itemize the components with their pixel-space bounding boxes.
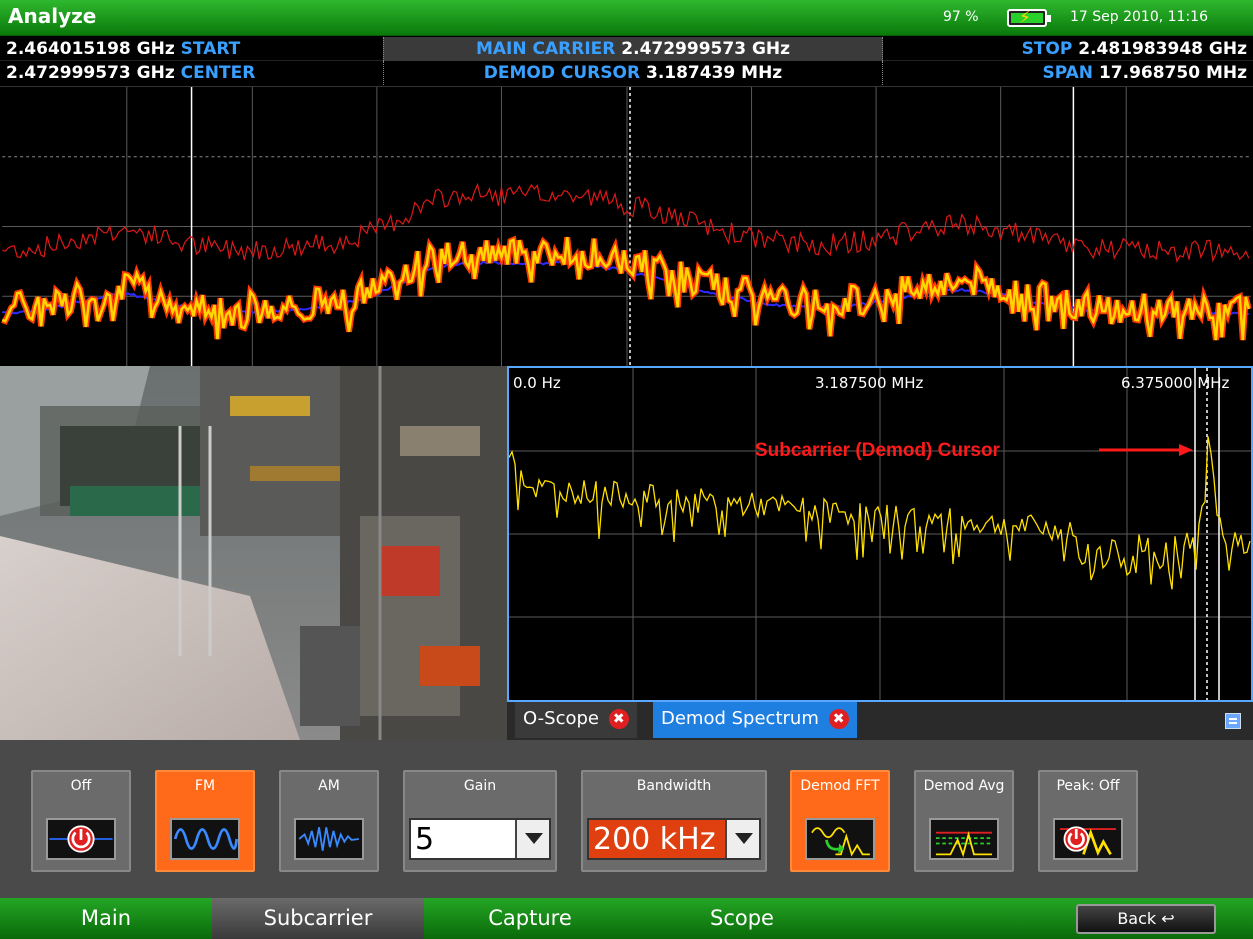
start-label: START (180, 39, 241, 59)
back-button[interactable]: Back ↩ (1076, 904, 1216, 934)
demod-fft-label: Demod FFT (800, 778, 880, 794)
demod-spectrum-canvas[interactable] (509, 368, 1251, 700)
power-off-icon (46, 818, 116, 860)
close-icon[interactable]: ✖ (608, 709, 629, 729)
fm-wave-icon (170, 818, 240, 860)
chevron-down-icon[interactable] (515, 820, 549, 858)
app-title: Analyze (8, 4, 97, 28)
subcarrier-cursor-annotation: Subcarrier (Demod) Cursor (755, 440, 1000, 461)
menu-icon[interactable] (1225, 713, 1241, 729)
stop-cell: STOP 2.481983948 GHz (883, 37, 1253, 61)
demod-control-panel: Off FM AM Gain 5 Bandwidth 200 kHz Demod… (0, 740, 1253, 898)
demod-view-tabs: O-Scope ✖ Demod Spectrum ✖ (507, 702, 1253, 740)
span-value: 17.968750 MHz (1098, 63, 1247, 83)
span-cell: SPAN 17.968750 MHz (883, 61, 1253, 85)
am-button[interactable]: AM (279, 770, 379, 872)
demod-spectrum-plot[interactable]: 0.0 Hz 3.187500 MHz 6.375000 MHz Subcarr… (507, 366, 1253, 702)
nav-main[interactable]: Main (0, 898, 212, 939)
gain-label: Gain (463, 778, 497, 794)
demod-cursor-value: 3.187439 MHz (645, 63, 783, 83)
max-hold-trace (2, 182, 1250, 264)
demod-axis-left: 0.0 Hz (513, 374, 561, 392)
demod-axis-mid: 3.187500 MHz (815, 374, 924, 392)
bandwidth-label: Bandwidth (636, 778, 712, 794)
off-label: Off (70, 778, 92, 794)
main-carrier-cell[interactable]: MAIN CARRIER 2.472999573 GHz (383, 37, 883, 61)
am-wave-icon (294, 818, 364, 860)
center-label: CENTER (180, 63, 256, 83)
frequency-info-row-2: 2.472999573 GHz CENTER DEMOD CURSOR 3.18… (0, 61, 1253, 85)
bandwidth-dropdown[interactable]: 200 kHz (587, 818, 761, 860)
am-label: AM (318, 778, 340, 794)
frequency-info-row-1: 2.464015198 GHz START MAIN CARRIER 2.472… (0, 37, 1253, 61)
gain-control: Gain 5 (403, 770, 557, 872)
nav-subcarrier[interactable]: Subcarrier (212, 898, 424, 939)
stop-value: 2.481983948 GHz (1078, 39, 1247, 59)
peak-button[interactable]: Peak: Off (1038, 770, 1138, 872)
start-value: 2.464015198 GHz (6, 39, 175, 59)
battery-icon: ⚡ (1007, 8, 1051, 28)
stop-label: STOP (1021, 39, 1073, 59)
center-cell: 2.472999573 GHz CENTER (0, 61, 383, 85)
span-label: SPAN (1042, 63, 1094, 83)
rf-spectrum-plot[interactable] (0, 86, 1253, 366)
tab-o-scope-label: O-Scope (523, 708, 599, 729)
main-carrier-label: MAIN CARRIER (475, 39, 616, 59)
bottom-navigation: Main Subcarrier Capture Scope Back ↩ (0, 898, 1253, 939)
bandwidth-control: Bandwidth 200 kHz (581, 770, 767, 872)
annotation-arrowhead (1179, 444, 1193, 456)
nav-capture[interactable]: Capture (424, 898, 636, 939)
tab-o-scope[interactable]: O-Scope ✖ (515, 702, 637, 738)
start-cell: 2.464015198 GHz START (0, 37, 383, 61)
demod-avg-label: Demod Avg (923, 778, 1005, 794)
demod-cursor-label: DEMOD CURSOR (483, 63, 641, 83)
title-bar: Analyze 97 % ⚡ 17 Sep 2010, 11:16 (0, 0, 1253, 36)
peak-off-icon (1053, 818, 1123, 860)
battery-percent: 97 % (943, 9, 979, 25)
gain-dropdown[interactable]: 5 (409, 818, 551, 860)
fm-label: FM (194, 778, 216, 794)
nav-scope[interactable]: Scope (636, 898, 848, 939)
main-carrier-value: 2.472999573 GHz (621, 39, 791, 59)
peak-label: Peak: Off (1056, 778, 1120, 794)
datetime: 17 Sep 2010, 11:16 (1070, 9, 1208, 25)
chevron-down-icon[interactable] (725, 820, 759, 858)
fm-button[interactable]: FM (155, 770, 255, 872)
bandwidth-value: 200 kHz (593, 822, 716, 857)
demod-avg-button[interactable]: Demod Avg (914, 770, 1014, 872)
demod-fft-button[interactable]: Demod FFT (790, 770, 890, 872)
close-icon[interactable]: ✖ (828, 709, 849, 729)
demod-cursor-cell[interactable]: DEMOD CURSOR 3.187439 MHz (383, 61, 883, 85)
demod-axis-right: 6.375000 MHz (1121, 374, 1230, 392)
tab-demod-spectrum[interactable]: Demod Spectrum ✖ (653, 702, 857, 738)
gain-value: 5 (415, 822, 435, 857)
demod-avg-icon (929, 818, 999, 860)
video-preview (0, 366, 507, 740)
tab-demod-spectrum-label: Demod Spectrum (661, 708, 819, 729)
center-value: 2.472999573 GHz (6, 63, 175, 83)
demod-fft-icon (805, 818, 875, 860)
off-button[interactable]: Off (31, 770, 131, 872)
